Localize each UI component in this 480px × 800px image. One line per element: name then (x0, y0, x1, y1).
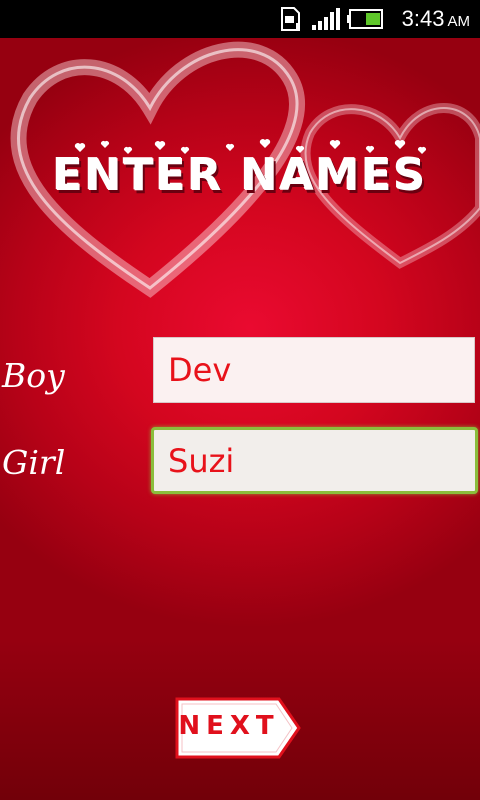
battery-icon (347, 9, 383, 29)
enter-names-screen: ENTER NAMES Boy Dev Girl Suzi (0, 38, 480, 800)
hearts-background-icon (10, 41, 480, 298)
girl-name-input[interactable]: Suzi (151, 427, 478, 494)
next-button-label: NEXT (178, 711, 280, 741)
status-time: 3:43 AM (401, 6, 470, 31)
status-bar: 3:43 AM (0, 0, 480, 38)
next-button[interactable]: NEXT (175, 697, 303, 759)
girl-label: Girl (2, 443, 66, 482)
sd-card-icon (281, 7, 300, 31)
boy-label: Boy (2, 356, 65, 395)
signal-icon (312, 8, 340, 30)
page-title: ENTER NAMES (52, 150, 428, 201)
boy-name-input[interactable]: Dev (153, 337, 475, 403)
